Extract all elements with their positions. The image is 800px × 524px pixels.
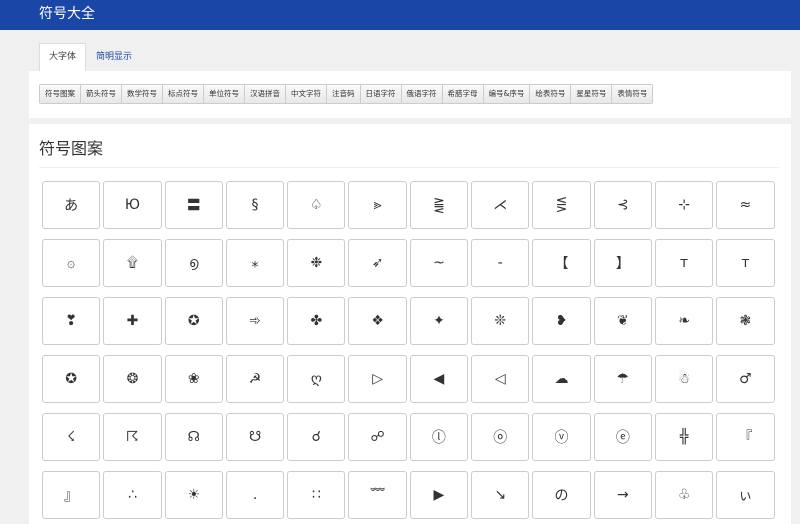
category-button[interactable]: 俄语字符: [401, 85, 443, 103]
category-button[interactable]: 绘表符号: [530, 85, 572, 103]
symbol-cell[interactable]: の: [532, 471, 591, 519]
symbol-cell[interactable]: 『: [716, 413, 775, 461]
symbol-cell[interactable]: ☁: [532, 355, 591, 403]
symbol-cell[interactable]: 〓: [164, 181, 223, 229]
symbol-cell[interactable]: ☈: [103, 413, 162, 461]
symbol-cell[interactable]: ⓔ: [593, 413, 652, 461]
symbol-cell[interactable]: ⓞ: [471, 413, 530, 461]
category-button[interactable]: 箭头符号: [81, 85, 122, 103]
symbol-cell[interactable]: ❀: [164, 355, 223, 403]
symbol-cell[interactable]: ぃ: [716, 471, 775, 519]
symbol-cell[interactable]: ☀: [164, 471, 223, 519]
category-button[interactable]: 星星符号: [571, 85, 613, 103]
symbol-cell[interactable]: ↘: [471, 471, 530, 519]
symbol-cell[interactable]: ❣: [42, 297, 101, 345]
symbol-cell[interactable]: ❊: [471, 297, 530, 345]
symbol-cell[interactable]: ☊: [164, 413, 223, 461]
symbol-cell[interactable]: ․: [225, 471, 285, 519]
app-header: 符号大全: [0, 0, 800, 30]
symbol-cell[interactable]: ۞: [42, 239, 101, 287]
symbol-cell[interactable]: ⓛ: [409, 413, 469, 461]
symbol-cell[interactable]: ✦: [409, 297, 469, 345]
symbol-cell[interactable]: ☋: [225, 413, 285, 461]
symbol-panel: 符号图案 あ Ю 〓 § ♤ ⪢ ⪌ ⋌ ⋚ ⊰ ⊹ ≈ ۞ ۩ ൭ ⁎ ❉ ➶ ~ - 【】 ᴛ ᴛ ❣ ✚ ✪ ➾ ✤ ❖ ✦ ❊ ❥ ❦ ❧…: [29, 124, 791, 524]
symbol-cell[interactable]: ☂: [593, 355, 652, 403]
divider: [39, 167, 779, 168]
symbol-cell[interactable]: ◁: [471, 355, 530, 403]
symbol-cell[interactable]: ∴: [103, 471, 162, 519]
symbol-cell[interactable]: Ю: [103, 181, 162, 229]
symbol-cell[interactable]: あ: [42, 181, 101, 229]
category-button[interactable]: 希腊字母: [442, 85, 484, 103]
symbol-cell[interactable]: ❉: [287, 239, 346, 287]
category-button[interactable]: 汉语拼音: [245, 85, 286, 103]
symbol-cell[interactable]: ╬: [654, 413, 714, 461]
symbol-cell[interactable]: ᴛ: [654, 239, 714, 287]
symbol-cell[interactable]: ~: [409, 239, 469, 287]
symbol-cell[interactable]: ➶: [348, 239, 407, 287]
symbol-cell[interactable]: -: [471, 239, 530, 287]
symbol-cell[interactable]: ⊰: [593, 181, 652, 229]
symbol-grid: あ Ю 〓 § ♤ ⪢ ⪌ ⋌ ⋚ ⊰ ⊹ ≈ ۞ ۩ ൭ ⁎ ❉ ➶ ~ - 【】 ᴛ ᴛ ❣ ✚ ✪ ➾ ✤ ❖ ✦ ❊ ❥ ❦ ❧ ❃ ✪ ❂ ❀ ☭…: [42, 181, 775, 519]
symbol-cell[interactable]: ൭: [164, 239, 223, 287]
symbol-cell[interactable]: 【: [532, 239, 591, 287]
symbol-cell[interactable]: ﹌: [348, 471, 407, 519]
symbol-cell[interactable]: ⁎: [225, 239, 285, 287]
symbol-cell[interactable]: ♤: [287, 181, 346, 229]
symbol-cell[interactable]: ⪢: [348, 181, 407, 229]
symbol-cell[interactable]: ♧: [654, 471, 714, 519]
symbol-cell[interactable]: ☇: [42, 413, 101, 461]
symbol-cell[interactable]: ❦: [593, 297, 652, 345]
symbol-cell[interactable]: ⪌: [409, 181, 469, 229]
symbol-cell[interactable]: ⋚: [532, 181, 591, 229]
symbol-cell[interactable]: ▶: [409, 471, 469, 519]
category-panel: 符号图案 箭头符号 数学符号 标点符号 单位符号 汉语拼音 中文字符 注音码 日语字符 俄语字符希…: [29, 71, 791, 118]
symbol-cell[interactable]: ≈: [716, 181, 775, 229]
category-button[interactable]: 中文字符: [286, 85, 327, 103]
tab-large-font[interactable]: 大字体: [39, 43, 87, 71]
symbol-cell[interactable]: ▷: [348, 355, 407, 403]
category-button[interactable]: 注音码: [327, 85, 361, 103]
symbol-cell[interactable]: ۩: [103, 239, 162, 287]
symbol-cell[interactable]: ⓥ: [532, 413, 591, 461]
symbol-cell[interactable]: ☭: [225, 355, 285, 403]
tab-simple-display[interactable]: 简明显示: [86, 43, 142, 71]
category-button[interactable]: 单位符号: [204, 85, 245, 103]
symbol-cell[interactable]: ᴛ: [716, 239, 775, 287]
symbol-cell[interactable]: ✪: [164, 297, 223, 345]
symbol-cell[interactable]: ☃: [654, 355, 714, 403]
symbol-cell[interactable]: →: [593, 471, 652, 519]
symbol-cell[interactable]: ✪: [42, 355, 101, 403]
symbol-cell[interactable]: ❃: [716, 297, 775, 345]
tab-bar: 大字体 简明显示: [39, 43, 142, 71]
symbol-cell[interactable]: ➾: [225, 297, 285, 345]
symbol-cell[interactable]: ✤: [287, 297, 346, 345]
symbol-cell[interactable]: ⊹: [654, 181, 714, 229]
category-button[interactable]: 数学符号: [122, 85, 163, 103]
symbol-cell[interactable]: ∷: [287, 471, 346, 519]
section-title: 符号图案: [39, 139, 104, 158]
category-button[interactable]: 表情符号: [612, 85, 653, 103]
symbol-cell[interactable]: ღ: [287, 355, 346, 403]
symbol-cell[interactable]: ☌: [287, 413, 346, 461]
symbol-cell[interactable]: ❖: [348, 297, 407, 345]
symbol-cell[interactable]: ❥: [532, 297, 591, 345]
symbol-cell[interactable]: §: [225, 181, 285, 229]
category-button[interactable]: 日语字符: [360, 85, 402, 103]
category-button[interactable]: 标点符号: [163, 85, 204, 103]
symbol-cell[interactable]: ◀: [409, 355, 469, 403]
symbol-cell[interactable]: ♂: [716, 355, 775, 403]
category-button-group: 符号图案 箭头符号 数学符号 标点符号 单位符号 汉语拼音 中文字符 注音码 日语字符 俄语字符希…: [39, 84, 654, 104]
symbol-cell[interactable]: ❂: [103, 355, 162, 403]
category-button[interactable]: 符号图案: [40, 85, 81, 103]
symbol-cell[interactable]: ✚: [103, 297, 162, 345]
symbol-cell[interactable]: ☍: [348, 413, 407, 461]
symbol-cell[interactable]: ❧: [654, 297, 714, 345]
category-button[interactable]: 编号&序号: [483, 85, 531, 103]
symbol-cell[interactable]: 】: [593, 239, 652, 287]
app-title: 符号大全: [39, 6, 95, 22]
symbol-cell[interactable]: 』: [42, 471, 101, 519]
symbol-cell[interactable]: ⋌: [471, 181, 530, 229]
